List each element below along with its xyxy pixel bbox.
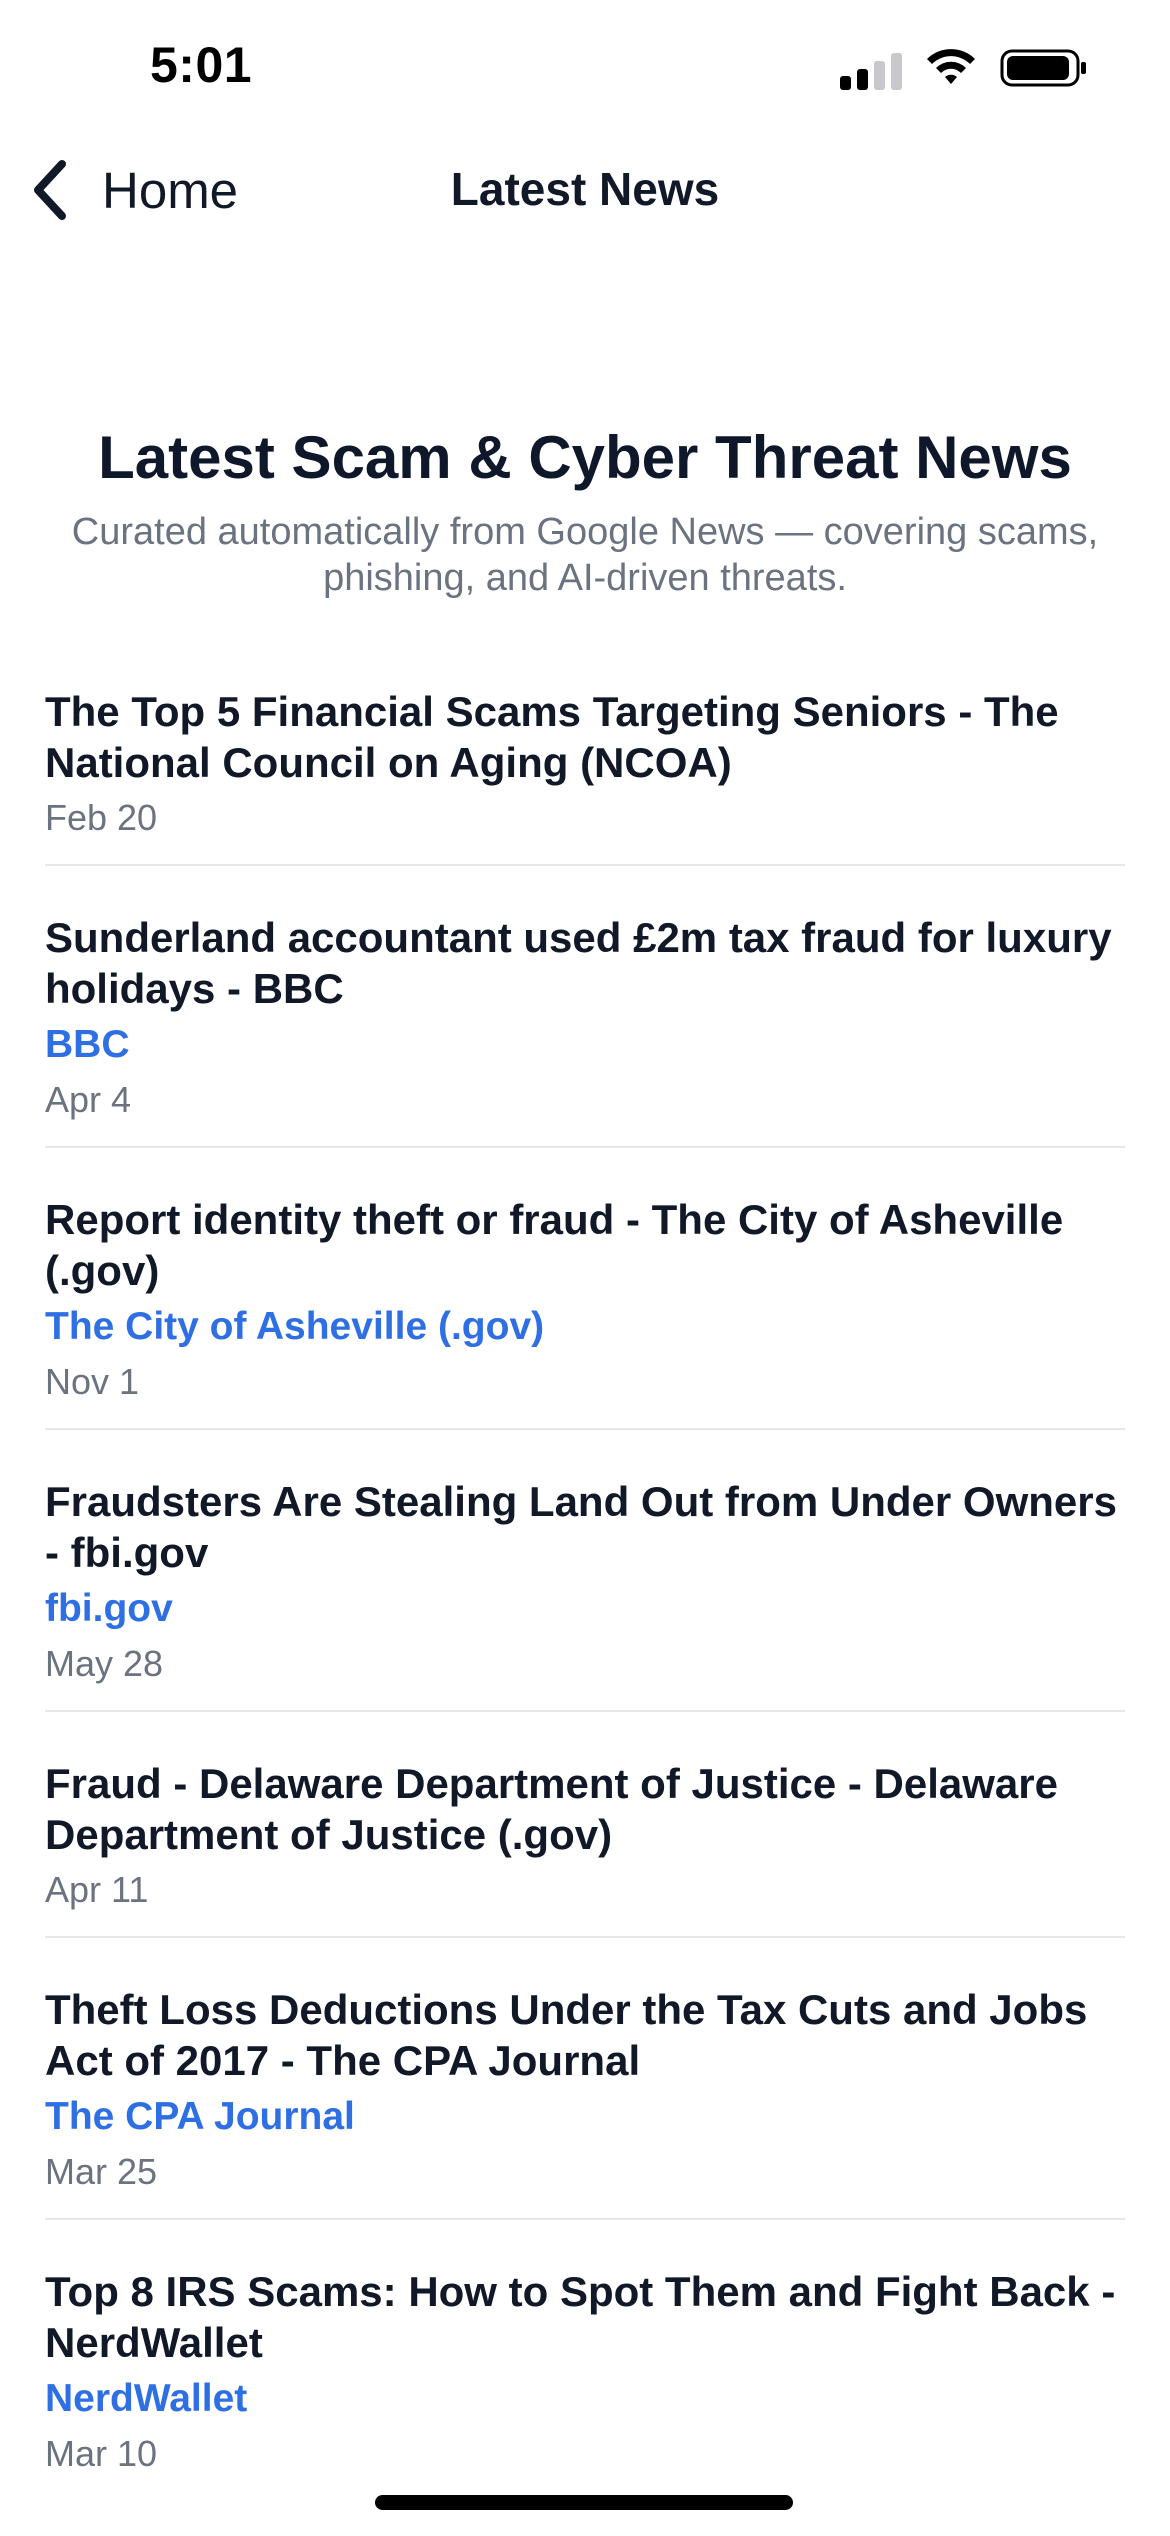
cellular-signal-icon bbox=[840, 52, 902, 90]
page-subtitle: Curated automatically from Google News —… bbox=[71, 511, 1099, 599]
news-title[interactable]: The Top 5 Financial Scams Targeting Seni… bbox=[45, 686, 1125, 788]
news-date: Nov 1 bbox=[45, 1361, 140, 1402]
news-item[interactable]: Sunderland accountant used £2m tax fraud… bbox=[45, 902, 1125, 1148]
news-item[interactable]: The Top 5 Financial Scams Targeting Seni… bbox=[45, 676, 1125, 866]
page-header: Latest Scam & Cyber Threat News Curated … bbox=[0, 415, 1170, 601]
news-date: Apr 11 bbox=[45, 1869, 149, 1910]
news-source-link[interactable]: The City of Asheville (.gov) bbox=[45, 1302, 1125, 1352]
news-title[interactable]: Fraudsters Are Stealing Land Out from Un… bbox=[45, 1476, 1125, 1578]
news-title[interactable]: Theft Loss Deductions Under the Tax Cuts… bbox=[45, 1984, 1125, 2086]
news-title[interactable]: Top 8 IRS Scams: How to Spot Them and Fi… bbox=[45, 2266, 1125, 2368]
news-title[interactable]: Report identity theft or fraud - The Cit… bbox=[45, 1194, 1125, 1296]
news-date: Feb 20 bbox=[45, 797, 158, 838]
news-item[interactable]: Report identity theft or fraud - The Cit… bbox=[45, 1184, 1125, 1430]
page-title: Latest Scam & Cyber Threat News bbox=[98, 424, 1072, 491]
news-item[interactable]: Fraud - Delaware Department of Justice -… bbox=[45, 1748, 1125, 1938]
news-item[interactable]: Fraudsters Are Stealing Land Out from Un… bbox=[45, 1466, 1125, 1712]
status-bar: 5:01 bbox=[0, 0, 1170, 140]
news-source-link[interactable]: BBC bbox=[45, 1020, 1125, 1070]
news-item[interactable]: Top 8 IRS Scams: How to Spot Them and Fi… bbox=[45, 2256, 1125, 2500]
news-date: May 28 bbox=[45, 1643, 164, 1684]
news-date: Mar 10 bbox=[45, 2433, 158, 2474]
status-icons bbox=[840, 48, 1088, 93]
status-time: 5:01 bbox=[150, 37, 253, 93]
news-date: Apr 4 bbox=[45, 1079, 132, 1120]
news-source-link[interactable]: The CPA Journal bbox=[45, 2092, 1125, 2142]
news-source-link[interactable]: NerdWallet bbox=[45, 2374, 1125, 2424]
news-source-link[interactable]: fbi.gov bbox=[45, 1584, 1125, 1634]
news-title[interactable]: Sunderland accountant used £2m tax fraud… bbox=[45, 912, 1125, 1014]
news-title[interactable]: Fraud - Delaware Department of Justice -… bbox=[45, 1758, 1125, 1860]
nav-bar: Home Latest News bbox=[0, 140, 1170, 240]
home-indicator[interactable] bbox=[375, 2495, 793, 2510]
news-list: The Top 5 Financial Scams Targeting Seni… bbox=[45, 676, 1125, 2536]
news-date: Mar 25 bbox=[45, 2151, 158, 2192]
battery-icon bbox=[1000, 48, 1088, 93]
news-item[interactable]: Theft Loss Deductions Under the Tax Cuts… bbox=[45, 1974, 1125, 2220]
wifi-icon bbox=[924, 48, 978, 93]
nav-title: Latest News bbox=[450, 163, 720, 215]
